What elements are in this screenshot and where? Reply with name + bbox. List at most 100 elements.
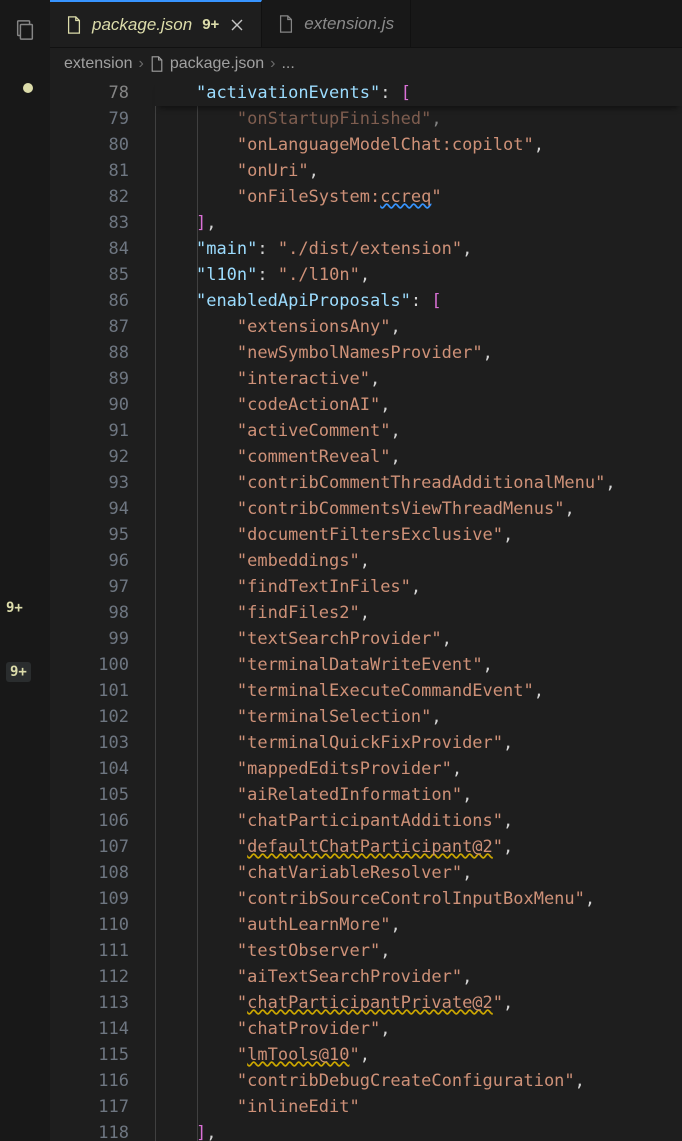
tab-bar: package.json 9+ extension.js (50, 0, 682, 48)
line-number: 115 (50, 1042, 129, 1068)
code-line: "contribCommentThreadAdditionalMenu", (155, 470, 682, 496)
json-file-icon (66, 16, 82, 34)
tab-label: package.json (92, 15, 192, 35)
line-number: 102 (50, 704, 129, 730)
sticky-scroll-line[interactable]: "activationEvents": [ (155, 80, 682, 106)
line-number: 86 (50, 288, 129, 314)
code-content[interactable]: "activationEvents": [ "onStartupFinished… (155, 80, 682, 1141)
code-line: "contribDebugCreateConfiguration", (155, 1068, 682, 1094)
line-number: 99 (50, 626, 129, 652)
code-line: "chatProvider", (155, 1016, 682, 1042)
line-number: 113 (50, 990, 129, 1016)
chevron-right-icon: › (139, 55, 144, 73)
line-number: 88 (50, 340, 129, 366)
line-number: 104 (50, 756, 129, 782)
code-line: "terminalQuickFixProvider", (155, 730, 682, 756)
line-number: 90 (50, 392, 129, 418)
line-number: 106 (50, 808, 129, 834)
code-line: "mappedEditsProvider", (155, 756, 682, 782)
tab-package-json[interactable]: package.json 9+ (50, 0, 262, 47)
chevron-right-icon: › (270, 55, 275, 73)
breadcrumb-item[interactable]: extension (64, 55, 133, 73)
code-line: "contribCommentsViewThreadMenus", (155, 496, 682, 522)
line-number: 108 (50, 860, 129, 886)
line-number: 107 (50, 834, 129, 860)
line-number: 85 (50, 262, 129, 288)
code-line: "onFileSystem:ccreq" (155, 184, 682, 210)
code-line: "findFiles2", (155, 600, 682, 626)
code-line: "onLanguageModelChat:copilot", (155, 132, 682, 158)
line-number: 87 (50, 314, 129, 340)
line-number: 83 (50, 210, 129, 236)
line-number: 112 (50, 964, 129, 990)
line-number: 91 (50, 418, 129, 444)
code-line: "l10n": "./l10n", (155, 262, 682, 288)
code-editor[interactable]: 78 79 80 81 82 83 84 85 86 87 88 89 90 9… (50, 80, 682, 1141)
code-line: "interactive", (155, 366, 682, 392)
line-number: 97 (50, 574, 129, 600)
code-line: "activeComment", (155, 418, 682, 444)
code-line: "inlineEdit" (155, 1094, 682, 1120)
line-number: 114 (50, 1016, 129, 1042)
code-line: "codeActionAI", (155, 392, 682, 418)
scm-badge[interactable]: 9+ (6, 600, 23, 616)
code-line: "commentReveal", (155, 444, 682, 470)
line-number: 103 (50, 730, 129, 756)
line-number: 96 (50, 548, 129, 574)
code-line: "authLearnMore", (155, 912, 682, 938)
code-line: "chatVariableResolver", (155, 860, 682, 886)
code-line: "contribSourceControlInputBoxMenu", (155, 886, 682, 912)
code-line: "documentFiltersExclusive", (155, 522, 682, 548)
line-number: 78 (50, 80, 129, 106)
line-number: 101 (50, 678, 129, 704)
line-number: 95 (50, 522, 129, 548)
tab-extension-js[interactable]: extension.js (262, 0, 411, 47)
code-line: "terminalSelection", (155, 704, 682, 730)
close-icon[interactable] (229, 17, 245, 33)
line-number: 80 (50, 132, 129, 158)
code-line: "lmTools@10", (155, 1042, 682, 1068)
line-number: 109 (50, 886, 129, 912)
line-number: 98 (50, 600, 129, 626)
line-number: 117 (50, 1094, 129, 1120)
code-line: "embeddings", (155, 548, 682, 574)
code-line: "defaultChatParticipant@2", (155, 834, 682, 860)
line-number: 79 (50, 106, 129, 132)
explorer-icon[interactable] (11, 16, 39, 44)
line-number: 100 (50, 652, 129, 678)
line-number: 118 (50, 1120, 129, 1141)
code-line: "onStartupFinished", (155, 106, 682, 132)
line-number: 105 (50, 782, 129, 808)
js-file-icon (278, 15, 294, 33)
code-line: ], (155, 210, 682, 236)
activity-bar: 9+ 9+ (0, 0, 50, 1141)
breadcrumb[interactable]: extension › package.json › ... (50, 48, 682, 80)
code-line: "main": "./dist/extension", (155, 236, 682, 262)
breadcrumb-item[interactable]: package.json (170, 55, 264, 73)
line-number: 82 (50, 184, 129, 210)
code-line: "chatParticipantAdditions", (155, 808, 682, 834)
code-line: "testObserver", (155, 938, 682, 964)
line-number: 116 (50, 1068, 129, 1094)
line-number: 93 (50, 470, 129, 496)
code-line: "extensionsAny", (155, 314, 682, 340)
problems-badge[interactable]: 9+ (6, 662, 31, 682)
editor-group: package.json 9+ extension.js extension ›… (50, 0, 682, 1141)
line-number: 110 (50, 912, 129, 938)
code-line: "aiRelatedInformation", (155, 782, 682, 808)
line-number: 94 (50, 496, 129, 522)
code-line: "findTextInFiles", (155, 574, 682, 600)
line-number: 81 (50, 158, 129, 184)
breadcrumb-item[interactable]: ... (281, 55, 294, 73)
modified-dot-icon (11, 74, 39, 102)
json-file-icon (150, 56, 164, 72)
tab-label: extension.js (304, 14, 394, 34)
line-number: 111 (50, 938, 129, 964)
line-number: 92 (50, 444, 129, 470)
code-line: "terminalDataWriteEvent", (155, 652, 682, 678)
code-line: "chatParticipantPrivate@2", (155, 990, 682, 1016)
line-number: 89 (50, 366, 129, 392)
line-gutter: 78 79 80 81 82 83 84 85 86 87 88 89 90 9… (50, 80, 155, 1141)
code-line: "enabledApiProposals": [ (155, 288, 682, 314)
code-line: "newSymbolNamesProvider", (155, 340, 682, 366)
